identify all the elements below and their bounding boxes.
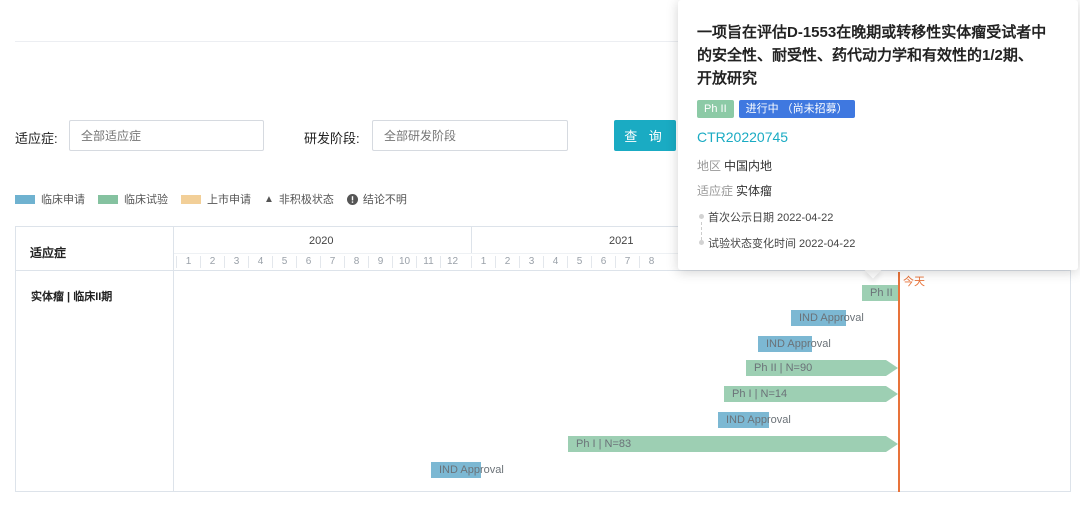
month-cell: 6	[591, 256, 615, 268]
indication-value: 实体瘤	[736, 184, 773, 198]
legend-item-market-application[interactable]: 上市申请	[181, 191, 251, 207]
status-badge: 进行中 （尚未招募）	[738, 100, 855, 118]
indication-row: 适应症 实体瘤	[697, 182, 772, 199]
month-cell: 2	[200, 256, 224, 268]
year-label-2021: 2021	[609, 235, 634, 247]
legend-item-clinical-trial[interactable]: 临床试验	[98, 191, 168, 207]
region-label: 地区	[697, 159, 722, 173]
gantt-bar-ph2-n90[interactable]: Ph II | N=90	[746, 360, 898, 376]
bar-label: IND Approval	[439, 464, 504, 476]
indication-filter-input[interactable]	[69, 120, 264, 151]
month-cell: 5	[272, 256, 296, 268]
status-change-date: 试验状态变化时间 2022-04-22	[708, 238, 856, 250]
month-cell: 9	[368, 256, 392, 268]
month-cell: 1	[471, 256, 495, 268]
phase-badge: Ph II	[697, 100, 734, 118]
month-cell: 1	[176, 256, 200, 268]
month-cell: 4	[543, 256, 567, 268]
month-cell: 3	[224, 256, 248, 268]
gantt-bar-ph1-n14[interactable]: Ph I | N=14	[724, 386, 898, 402]
swatch-icon	[15, 194, 35, 204]
arrow-head-icon	[886, 360, 898, 376]
arrow-head-icon	[886, 386, 898, 402]
region-value: 中国内地	[724, 159, 773, 173]
legend-item-unclear[interactable]: 结论不明	[346, 191, 407, 207]
month-cell: 10	[392, 256, 416, 268]
timeline-dot-icon	[699, 240, 704, 245]
month-cell: 5	[567, 256, 591, 268]
legend: 临床申请 临床试验 上市申请 ▲ 非积极状态 结论不明	[15, 191, 420, 207]
trial-tooltip: 一项旨在评估D-1553在晚期或转移性实体瘤受试者中的安全性、耐受性、药代动力学…	[678, 0, 1078, 270]
bar-label: IND Approval	[766, 338, 831, 350]
trial-badges: Ph II 进行中 （尚未招募）	[697, 100, 860, 118]
bar-label: Ph I | N=83	[576, 438, 632, 450]
gantt-bar-ph1-n83[interactable]: Ph I | N=83	[568, 436, 898, 452]
legend-item-clinical-application[interactable]: 临床申请	[15, 191, 85, 207]
bar-label: IND Approval	[726, 414, 791, 426]
year-label-2020: 2020	[309, 235, 334, 247]
legend-label: 上市申请	[207, 194, 251, 206]
trial-id-link[interactable]: CTR20220745	[697, 129, 788, 145]
query-button[interactable]: 查 询	[614, 120, 676, 151]
month-cell: 6	[296, 256, 320, 268]
month-cell: 4	[248, 256, 272, 268]
indication-column-header: 适应症	[30, 246, 67, 260]
region-row: 地区 中国内地	[697, 157, 772, 174]
timeline-connector	[701, 222, 702, 240]
phase-filter-label: 研发阶段:	[304, 131, 360, 146]
triangle-icon: ▲	[264, 193, 274, 205]
trial-title: 一项旨在评估D-1553在晚期或转移性实体瘤受试者中的安全性、耐受性、药代动力学…	[697, 24, 1047, 87]
row-label-solid-tumor: 实体瘤 | 临床II期	[31, 291, 113, 303]
month-cell: 12	[440, 256, 464, 268]
month-cell: 11	[416, 256, 440, 268]
month-cell: 7	[615, 256, 639, 268]
indication-filter-label: 适应症:	[15, 131, 58, 146]
legend-label: 临床试验	[124, 194, 168, 206]
legend-label: 临床申请	[41, 194, 85, 206]
today-line	[898, 272, 900, 492]
swatch-icon	[98, 194, 118, 204]
bar-label: IND Approval	[799, 312, 864, 324]
month-cell: 8	[639, 256, 663, 268]
year-divider	[471, 227, 472, 253]
gantt-bar-ind-approval[interactable]: IND Approval	[718, 412, 818, 428]
bar-label: Ph I | N=14	[732, 388, 788, 400]
today-label: 今天	[903, 276, 925, 288]
legend-label: 结论不明	[362, 194, 407, 206]
swatch-icon	[181, 194, 201, 204]
month-cell: 7	[320, 256, 344, 268]
month-cell: 2	[495, 256, 519, 268]
bar-label: Ph II	[870, 287, 893, 299]
arrow-head-icon	[886, 436, 898, 452]
timeline-dot-icon	[699, 214, 704, 219]
bar-label: Ph II | N=90	[754, 362, 813, 374]
phase-filter-input[interactable]	[372, 120, 568, 151]
legend-item-inactive[interactable]: ▲ 非积极状态	[264, 191, 334, 207]
month-cell: 3	[519, 256, 543, 268]
month-cell: 8	[344, 256, 368, 268]
indication-label: 适应症	[697, 184, 734, 198]
gantt-bar-ph2[interactable]: Ph II	[862, 285, 898, 301]
gantt-bar-ind-approval[interactable]: IND Approval	[431, 462, 531, 478]
gantt-bar-ind-approval[interactable]: IND Approval	[758, 336, 858, 352]
gantt-bar-ind-approval[interactable]: IND Approval	[791, 310, 891, 326]
exclamation-circle-icon	[346, 193, 358, 205]
first-publish-date: 首次公示日期 2022-04-22	[708, 212, 834, 224]
legend-label: 非积极状态	[278, 194, 334, 206]
